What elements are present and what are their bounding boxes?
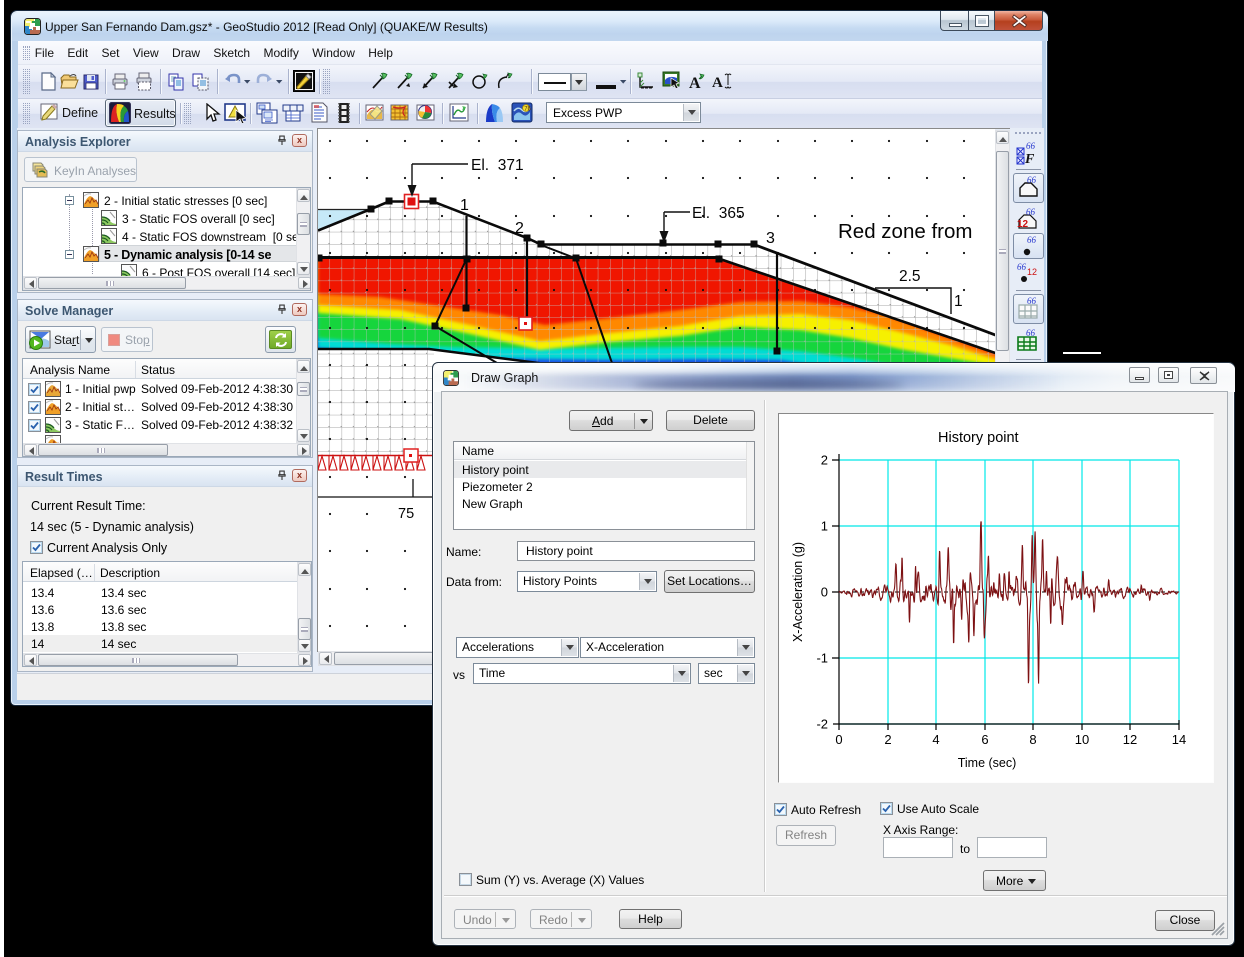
svg-text:12: 12 bbox=[1027, 267, 1037, 277]
svg-text:76: 76 bbox=[524, 106, 531, 112]
svg-text:66: 66 bbox=[1026, 141, 1036, 151]
svg-text:66: 66 bbox=[1026, 207, 1036, 217]
svg-text:12: 12 bbox=[1123, 732, 1137, 747]
svg-text:A: A bbox=[712, 75, 723, 90]
svg-text:2: 2 bbox=[884, 732, 891, 747]
svg-text:1: 1 bbox=[821, 519, 828, 534]
svg-text:A: A bbox=[689, 75, 701, 90]
svg-text:66: 66 bbox=[1026, 328, 1036, 338]
svg-text:-2: -2 bbox=[816, 717, 828, 732]
svg-text:66: 66 bbox=[1017, 262, 1027, 272]
svg-text:2: 2 bbox=[821, 453, 828, 468]
svg-text:12: 12 bbox=[1017, 219, 1029, 230]
svg-text:66: 66 bbox=[1027, 296, 1037, 306]
svg-text:8: 8 bbox=[1029, 732, 1036, 747]
svg-text:66: 66 bbox=[1027, 175, 1037, 185]
svg-text:Time (sec): Time (sec) bbox=[958, 756, 1017, 770]
svg-text:F: F bbox=[1024, 152, 1035, 165]
svg-text:66: 66 bbox=[1027, 235, 1037, 245]
svg-text:10: 10 bbox=[1075, 732, 1089, 747]
svg-text:0: 0 bbox=[835, 732, 842, 747]
svg-text:History point: History point bbox=[938, 430, 1019, 446]
svg-text:0: 0 bbox=[821, 585, 828, 600]
svg-text:6: 6 bbox=[981, 732, 988, 747]
svg-text:-1: -1 bbox=[816, 651, 828, 666]
svg-text:14: 14 bbox=[1172, 732, 1186, 747]
svg-text:X-Acceleration (g): X-Acceleration (g) bbox=[791, 542, 805, 642]
svg-text:4: 4 bbox=[932, 732, 939, 747]
